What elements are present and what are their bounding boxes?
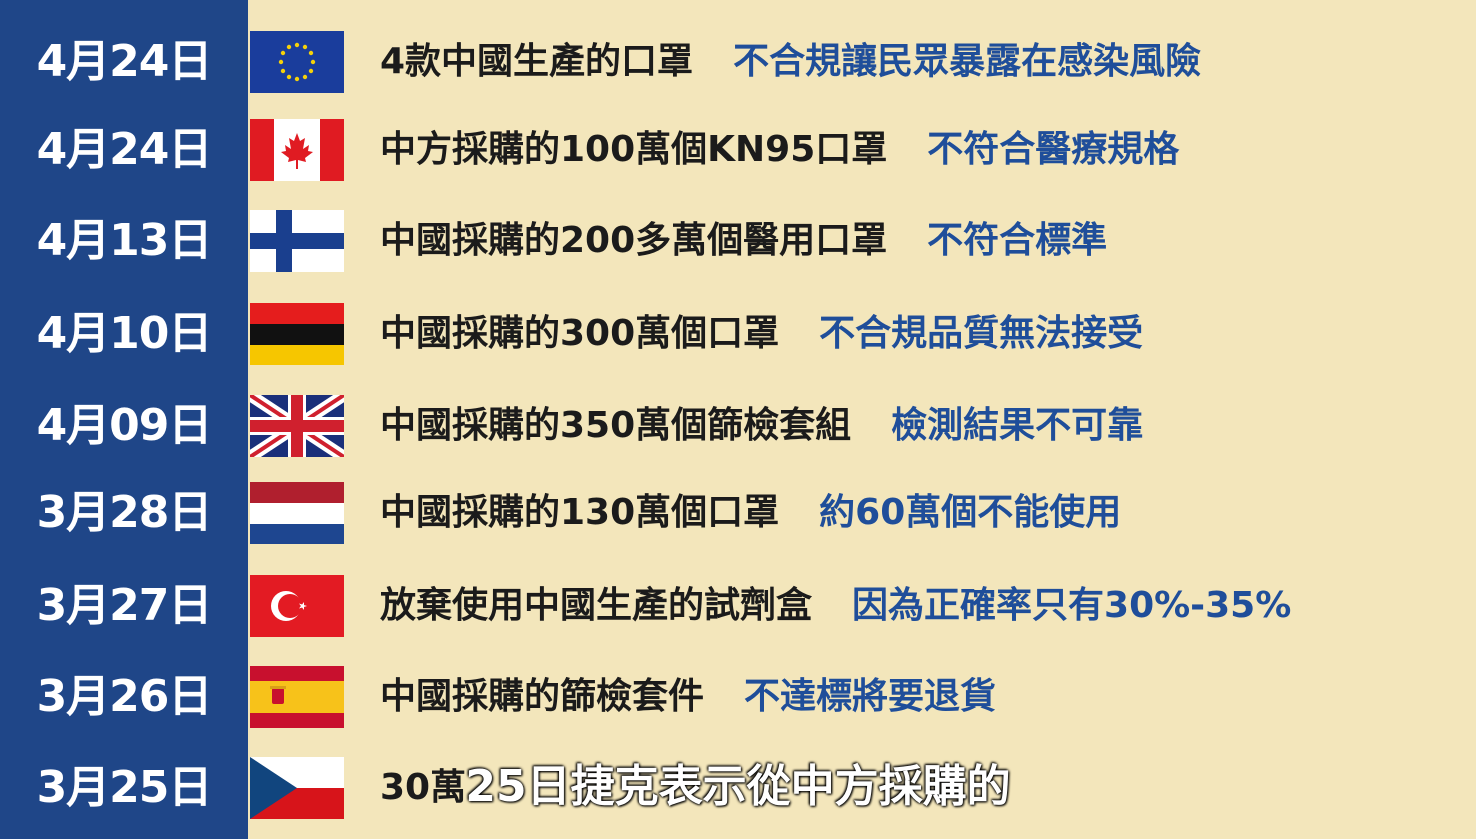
row-desc-text: 中國採購的200多萬個醫用口罩 <box>380 220 888 261</box>
uk-flag-icon <box>250 395 344 457</box>
row-description: 中國採購的200多萬個醫用口罩 不符合標準 <box>380 206 1107 276</box>
row-date: 4月24日 <box>36 36 213 87</box>
germany-flag-icon <box>250 303 344 365</box>
row-date: 3月27日 <box>36 580 213 631</box>
row-note: 約60萬個不能使用 <box>819 492 1122 533</box>
row-desc-text: 中國採購的300萬個口罩 <box>380 313 780 354</box>
list-item: 3月27日 放棄使用中國生產的試劑盒 因為正確率只有30%-35% <box>0 571 1476 641</box>
row-note: 不符合醫療規格 <box>927 129 1180 170</box>
row-desc-text: 4款中國生產的口罩 <box>380 41 694 82</box>
row-description: 4款中國生產的口罩 不合規讓民眾暴露在感染風險 <box>380 27 1201 97</box>
netherlands-flag-icon <box>250 482 344 544</box>
row-description: 中國採購的130萬個口罩 約60萬個不能使用 <box>380 478 1121 548</box>
list-item: 4月13日 中國採購的200多萬個醫用口罩 不符合標準 <box>0 206 1476 276</box>
video-subtitle: 25日捷克表示從中方採購的 <box>465 761 1011 812</box>
row-description: 中國採購的350萬個篩檢套組 檢測結果不可靠 <box>380 391 1143 461</box>
row-description: 中國採購的篩檢套件 不達標將要退貨 <box>380 662 996 732</box>
eu-flag-icon <box>250 31 344 93</box>
row-note: 檢測結果不可靠 <box>891 405 1144 446</box>
canada-flag-icon <box>250 119 344 181</box>
row-description: 中國採購的300萬個口罩 不合規品質無法接受 <box>380 299 1143 369</box>
list-item: 3月26日 中國採購的篩檢套件 不達標將要退貨 <box>0 662 1476 732</box>
row-desc-text: 中國採購的篩檢套件 <box>380 676 705 717</box>
row-date: 4月09日 <box>36 400 213 451</box>
finland-flag-icon <box>250 210 344 272</box>
row-description: 放棄使用中國生產的試劑盒 因為正確率只有30%-35% <box>380 571 1291 641</box>
row-date: 3月26日 <box>36 671 213 722</box>
row-note: 不合規品質無法接受 <box>819 313 1144 354</box>
turkey-flag-icon <box>250 575 344 637</box>
row-note: 不符合標準 <box>927 220 1108 261</box>
row-desc-text: 中國採購的350萬個篩檢套組 <box>380 405 852 446</box>
list-item: 4月10日 中國採購的300萬個口罩 不合規品質無法接受 <box>0 299 1476 369</box>
row-desc-text: 中方採購的100萬個KN95口罩 <box>380 129 888 170</box>
row-note: 因為正確率只有30%-35% <box>852 585 1292 626</box>
row-date: 4月10日 <box>36 308 213 359</box>
row-note: 不達標將要退貨 <box>744 676 997 717</box>
row-desc-text: 中國採購的130萬個口罩 <box>380 492 780 533</box>
row-description: 中方採購的100萬個KN95口罩 不符合醫療規格 <box>380 115 1179 185</box>
list-item: 4月24日 4款中國生產的口罩 不合規讓民眾暴露在感染風險 <box>0 27 1476 97</box>
list-item: 4月24日 中方採購的100萬個KN95口罩 不符合醫療規格 <box>0 115 1476 185</box>
row-note: 不合規讓民眾暴露在感染風險 <box>733 41 1202 82</box>
spain-flag-icon <box>250 666 344 728</box>
list-item: 4月09日 中國採購的350萬個篩檢套組 檢測結果不可靠 <box>0 391 1476 461</box>
row-date: 4月13日 <box>36 215 213 266</box>
row-date: 3月28日 <box>36 487 213 538</box>
list-item: 3月28日 中國採購的130萬個口罩 約60萬個不能使用 <box>0 478 1476 548</box>
row-desc-text: 放棄使用中國生產的試劑盒 <box>380 585 813 626</box>
row-date: 4月24日 <box>36 124 213 175</box>
